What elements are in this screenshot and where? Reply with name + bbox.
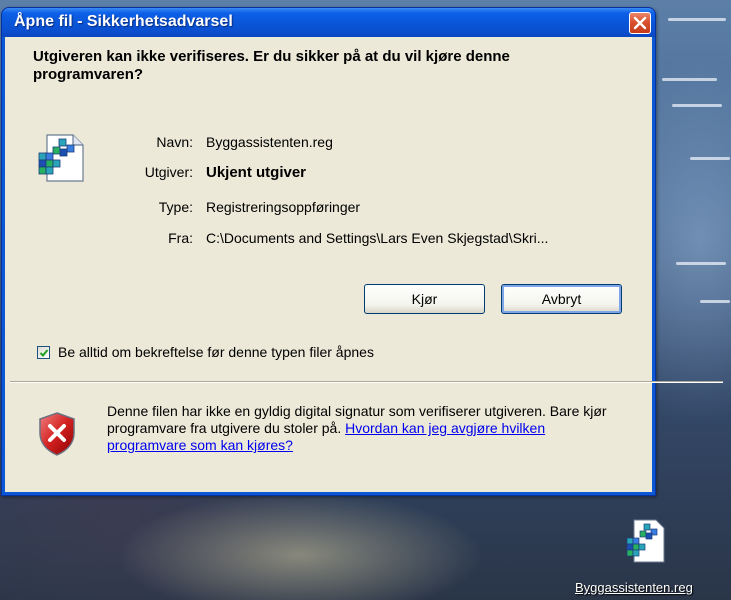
cloud-streak <box>662 78 717 81</box>
field-value-publisher: Ukjent utgiver <box>206 164 307 181</box>
field-from-row: Fra: C:\Documents and Settings\Lars Even… <box>0 230 731 248</box>
close-button[interactable] <box>629 12 651 34</box>
field-value-type: Registreringsoppføringer <box>206 199 361 215</box>
always-ask-checkbox[interactable] <box>37 346 50 359</box>
desktop-icon-label[interactable]: Byggassistenten.reg <box>575 580 693 595</box>
close-icon <box>633 16 647 30</box>
field-label: Utgiver: <box>144 164 193 180</box>
divider <box>10 381 723 383</box>
warning-message: Denne filen har ikke en gyldig digital s… <box>107 403 627 454</box>
cloud-streak <box>700 300 730 303</box>
dialog-heading: Utgiveren kan ikke verifiseres. Er du si… <box>33 48 510 83</box>
field-value-path: C:\Documents and Settings\Lars Even Skje… <box>206 230 549 246</box>
cloud-streak <box>672 104 722 107</box>
always-ask-label[interactable]: Be alltid om bekreftelse før denne typen… <box>58 344 374 360</box>
desktop-registry-file-icon[interactable] <box>624 518 668 570</box>
field-label: Fra: <box>168 230 193 246</box>
run-button[interactable]: Kjør <box>364 284 485 314</box>
field-label: Type: <box>158 199 193 215</box>
security-shield-icon <box>37 411 77 461</box>
field-value-filename: Byggassistenten.reg <box>206 134 333 150</box>
title-bar[interactable]: Åpne fil - Sikkerhetsadvarsel <box>2 8 655 37</box>
cloud-streak <box>668 18 726 21</box>
field-label: Navn: <box>156 134 193 150</box>
cloud-streak <box>676 262 726 265</box>
window-title: Åpne fil - Sikkerhetsadvarsel <box>14 13 233 30</box>
field-publisher-row: Utgiver: Ukjent utgiver <box>0 164 731 182</box>
checkmark-icon <box>39 349 49 357</box>
cloud-streak <box>690 157 730 160</box>
field-type-row: Type: Registreringsoppføringer <box>0 199 731 217</box>
field-name-row: Navn: Byggassistenten.reg <box>0 134 731 152</box>
cancel-button[interactable]: Avbryt <box>501 284 622 314</box>
